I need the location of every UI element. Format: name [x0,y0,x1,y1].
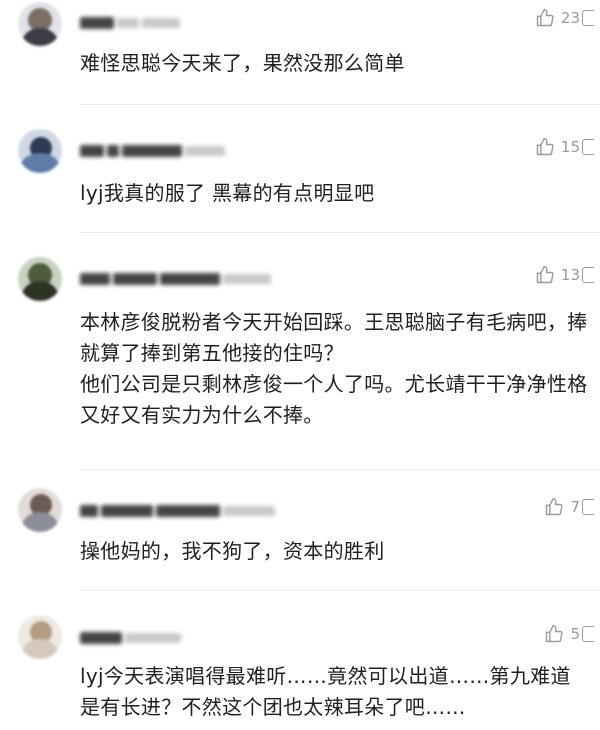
divider [80,104,600,105]
divider [80,469,600,470]
comment-icon[interactable] [582,626,594,642]
username-blurred[interactable] [80,502,275,520]
comment-item: 13 本林彦俊脱粉者今天开始回踩。王思聪脑子有毛病吧，捧就算了捧到第五他接的住吗… [0,245,600,470]
like-button[interactable]: 5 [544,624,594,644]
avatar[interactable] [18,2,62,46]
like-button[interactable]: 15 [535,137,594,157]
comment-item: 23 难怪思聪今天来了，果然没那么简单 [0,0,600,105]
like-count: 23 [560,9,580,27]
comment-text: lyj我真的服了 黑幕的有点明显吧 [80,181,375,205]
comment-text: 难怪思聪今天来了，果然没那么简单 [80,51,405,75]
thumbs-up-icon [536,8,554,27]
comment-icon[interactable] [582,499,594,515]
username-blurred[interactable] [80,270,271,288]
like-button[interactable]: 23 [535,8,594,28]
thumbs-up-icon [536,137,554,156]
comment-item: 7 操他妈的，我不狗了，资本的胜利 [0,480,600,592]
like-count: 13 [560,266,580,284]
avatar[interactable] [18,488,62,532]
username-blurred[interactable] [80,142,225,160]
avatar[interactable] [18,257,62,301]
comment-text: 操他妈的，我不狗了，资本的胜利 [80,539,385,563]
comment-icon[interactable] [582,139,594,155]
username-blurred[interactable] [80,629,181,647]
comment-item: 15 lyj我真的服了 黑幕的有点明显吧 [0,120,600,233]
comment-icon[interactable] [582,10,594,26]
like-count: 7 [570,498,580,516]
like-button[interactable]: 7 [544,497,594,517]
avatar[interactable] [18,615,62,659]
like-count: 15 [560,138,580,156]
comment-list: 23 难怪思聪今天来了，果然没那么简单 15 lyj我真的服了 黑幕的有点明显吧 [0,0,600,730]
divider [80,590,600,591]
username-blurred[interactable] [80,14,180,32]
divider [80,232,600,233]
like-count: 5 [570,625,580,643]
thumbs-up-icon [546,624,564,643]
comment-item: 5 lyj今天表演唱得最难听……竟然可以出道……第九难道是有长进？不然这个团也太… [0,605,600,730]
thumbs-up-icon [546,497,564,516]
comment-icon[interactable] [582,267,594,283]
comment-text: 本林彦俊脱粉者今天开始回踩。王思聪脑子有毛病吧，捧就算了捧到第五他接的住吗？ 他… [80,310,588,427]
thumbs-up-icon [536,265,554,284]
comment-text: lyj今天表演唱得最难听……竟然可以出道……第九难道是有长进？不然这个团也太辣耳… [80,664,571,719]
like-button[interactable]: 13 [535,265,594,285]
avatar[interactable] [18,129,62,173]
